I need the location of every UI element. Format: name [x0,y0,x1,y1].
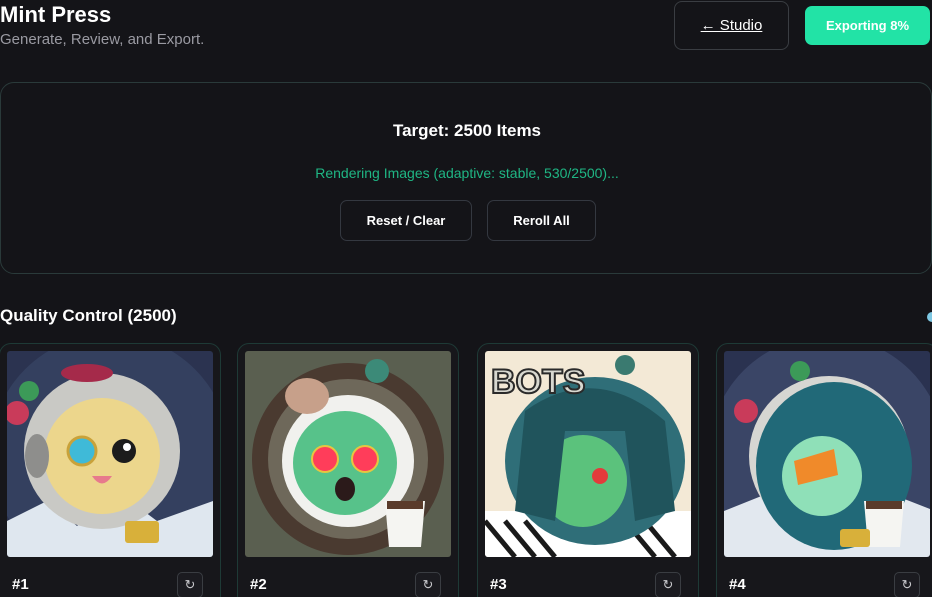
toggle-indicator[interactable] [927,312,932,322]
app-title: Mint Press [0,2,112,27]
render-status: Rendering Images (adaptive: stable, 530/… [315,165,619,181]
reroll-icon[interactable]: ↻ [177,572,203,597]
reroll-icon[interactable]: ↻ [655,572,681,597]
app-subtitle: Generate, Review, and Export. [0,31,205,48]
reroll-all-button[interactable]: Reroll All [487,200,596,241]
reroll-icon[interactable]: ↻ [415,572,441,597]
nft-card-4[interactable]: #4 ↻ [716,343,932,597]
card-number: #3 [490,576,507,593]
nft-image-2 [245,351,451,557]
card-number: #1 [12,576,29,593]
target-count: Target: 2500 Items [392,121,542,140]
header: Mint Press Generate, Review, and Export.… [0,0,932,60]
export-button[interactable]: Exporting 8% [805,6,930,45]
nft-card-1[interactable]: #1 ↻ [0,343,221,597]
reset-clear-button[interactable]: Reset / Clear [340,200,472,241]
back-to-studio-button[interactable]: ← Studio [674,1,789,50]
nft-image-4 [724,351,930,557]
generation-panel: Target: 2500 Items Rendering Images (ada… [0,82,932,274]
svg-text:BOTS: BOTS [491,363,585,401]
nft-image-1 [7,351,213,557]
card-number: #2 [250,576,267,593]
quality-control-heading: Quality Control (2500) [0,306,177,325]
nft-image-3: BOTS [485,351,691,557]
nft-card-3[interactable]: BOTS #3 ↻ [477,343,699,597]
card-number: #4 [729,576,746,593]
nft-card-2[interactable]: #2 ↻ [237,343,459,597]
reroll-icon[interactable]: ↻ [894,572,920,597]
